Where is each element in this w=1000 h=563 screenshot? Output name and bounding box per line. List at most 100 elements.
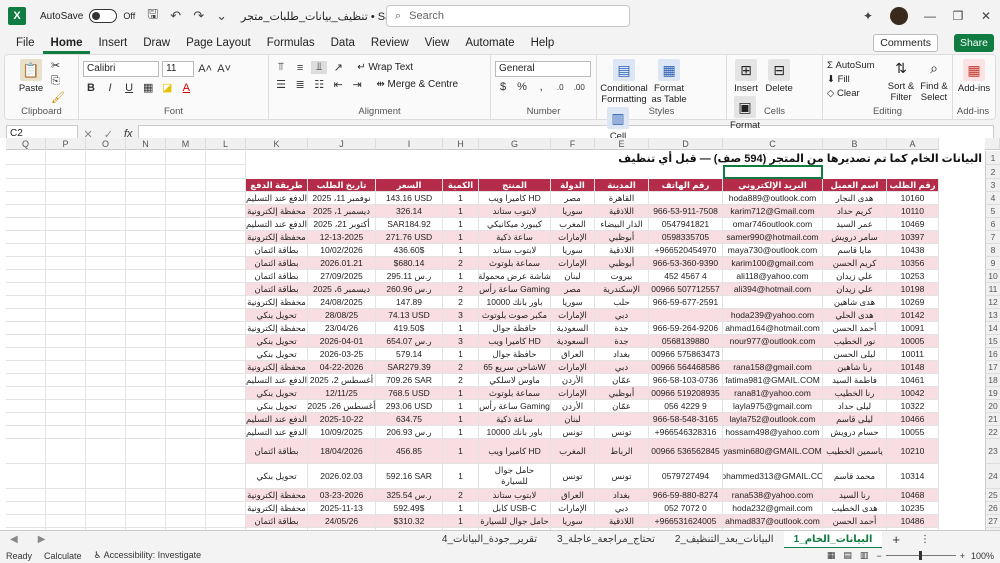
table-cell[interactable]: 1 bbox=[443, 192, 479, 205]
empty-cell[interactable] bbox=[86, 205, 126, 218]
table-cell[interactable]: 592.49$ bbox=[376, 502, 443, 515]
empty-cell[interactable] bbox=[166, 502, 206, 515]
empty-cell[interactable] bbox=[6, 309, 46, 322]
table-cell[interactable]: mohammed313@GMAIL.COM bbox=[723, 464, 823, 489]
empty-cell[interactable] bbox=[126, 257, 166, 270]
row-header[interactable]: 1 bbox=[985, 151, 1000, 165]
format-as-table-button[interactable]: ▦ Format as Table bbox=[650, 59, 688, 105]
empty-cell[interactable] bbox=[206, 283, 246, 296]
table-cell[interactable]: دبي bbox=[595, 361, 649, 374]
empty-cell[interactable] bbox=[46, 335, 86, 348]
table-cell[interactable]: محفظة إلكترونية bbox=[246, 205, 308, 218]
table-cell[interactable]: 10/02/2026 bbox=[308, 244, 376, 257]
table-cell[interactable]: القاهرة bbox=[595, 192, 649, 205]
empty-cell[interactable] bbox=[6, 192, 46, 205]
empty-cell[interactable] bbox=[46, 270, 86, 283]
table-cell[interactable]: باور بانك 10000 bbox=[479, 426, 551, 439]
empty-cell[interactable] bbox=[46, 464, 86, 489]
row-header[interactable]: 10 bbox=[985, 270, 1000, 283]
table-cell[interactable] bbox=[649, 309, 723, 322]
table-cell[interactable]: ليلى قاسم bbox=[823, 413, 887, 426]
table-cell[interactable]: الدار البيضاء bbox=[595, 218, 649, 231]
row-header[interactable]: 17 bbox=[985, 361, 1000, 374]
empty-cell[interactable] bbox=[126, 218, 166, 231]
table-cell[interactable]: سامر درويش bbox=[823, 231, 887, 244]
empty-cell[interactable] bbox=[166, 205, 206, 218]
table-cell[interactable]: تونس bbox=[595, 464, 649, 489]
table-cell[interactable]: 10005 bbox=[887, 335, 939, 348]
row-header[interactable]: 25 bbox=[985, 489, 1000, 502]
table-cell[interactable]: 709.26 SAR bbox=[376, 374, 443, 387]
empty-cell[interactable] bbox=[126, 439, 166, 464]
sheet-nav-next-icon[interactable]: ▶ bbox=[28, 531, 56, 549]
table-cell[interactable]: الإمارات bbox=[551, 257, 595, 270]
fill-color-icon[interactable]: ◪ bbox=[159, 81, 175, 94]
table-cell[interactable]: 10011 bbox=[887, 348, 939, 361]
empty-cell[interactable] bbox=[6, 283, 46, 296]
table-header-cell[interactable]: رقم الهاتف bbox=[649, 179, 723, 192]
table-cell[interactable]: ليلى الحسن bbox=[823, 348, 887, 361]
empty-cell[interactable] bbox=[206, 413, 246, 426]
empty-cell[interactable] bbox=[86, 387, 126, 400]
zoom-in-icon[interactable]: + bbox=[960, 551, 965, 561]
empty-cell[interactable] bbox=[126, 205, 166, 218]
empty-cell[interactable] bbox=[86, 165, 126, 179]
tab-page-layout[interactable]: Page Layout bbox=[178, 32, 259, 54]
delete-cells-button[interactable]: ⊟ Delete bbox=[764, 59, 794, 94]
table-cell[interactable]: hoda889@outlook.com bbox=[723, 192, 823, 205]
table-cell[interactable]: مصر bbox=[551, 192, 595, 205]
table-cell[interactable]: دبي bbox=[595, 502, 649, 515]
table-cell[interactable]: 295.11 ر.س bbox=[376, 270, 443, 283]
table-cell[interactable]: عمّان bbox=[595, 374, 649, 387]
table-cell[interactable]: بطاقة ائتمان bbox=[246, 439, 308, 464]
table-cell[interactable]: بطاقة ائتمان bbox=[246, 283, 308, 296]
table-cell[interactable]: حامل جوال للسيارة bbox=[479, 515, 551, 528]
empty-cell[interactable] bbox=[166, 270, 206, 283]
table-cell[interactable]: omar746outlook.com bbox=[723, 218, 823, 231]
table-cell[interactable]: 452 4567 4 bbox=[649, 270, 723, 283]
empty-cell[interactable] bbox=[166, 322, 206, 335]
table-cell[interactable]: maya730@outlook.com bbox=[723, 244, 823, 257]
empty-cell[interactable] bbox=[206, 439, 246, 464]
table-cell[interactable]: SAR279.39 bbox=[376, 361, 443, 374]
row-header[interactable]: 23 bbox=[985, 439, 1000, 464]
empty-cell[interactable] bbox=[46, 439, 86, 464]
page-break-view-icon[interactable]: ▥ bbox=[860, 550, 869, 561]
table-cell[interactable]: 18/04/2026 bbox=[308, 439, 376, 464]
table-cell[interactable]: بيروت bbox=[595, 270, 649, 283]
table-cell[interactable]: nour977@outlook.com bbox=[723, 335, 823, 348]
table-cell[interactable]: 12/11/25 bbox=[308, 387, 376, 400]
empty-cell[interactable] bbox=[166, 296, 206, 309]
row-header[interactable]: 7 bbox=[985, 231, 1000, 244]
table-cell[interactable]: لبنان bbox=[551, 270, 595, 283]
empty-cell[interactable] bbox=[166, 361, 206, 374]
empty-cell[interactable] bbox=[126, 361, 166, 374]
table-cell[interactable]: +966520454970 bbox=[649, 244, 723, 257]
table-cell[interactable]: 74.13 USD bbox=[376, 309, 443, 322]
table-cell[interactable]: 966-59-677-2591 bbox=[649, 296, 723, 309]
table-cell[interactable]: 27/09/2025 bbox=[308, 270, 376, 283]
table-cell[interactable]: 1 bbox=[443, 413, 479, 426]
table-cell[interactable]: اللاذقية bbox=[595, 244, 649, 257]
empty-cell[interactable] bbox=[206, 270, 246, 283]
empty-cell[interactable] bbox=[126, 151, 166, 165]
table-cell[interactable]: كاميرا ويب HD bbox=[479, 335, 551, 348]
empty-cell[interactable] bbox=[86, 231, 126, 244]
table-cell[interactable]: 28/08/25 bbox=[308, 309, 376, 322]
table-cell[interactable]: 1 bbox=[443, 515, 479, 528]
table-cell[interactable]: السعودية bbox=[551, 322, 595, 335]
copy-icon[interactable]: ⎘ bbox=[51, 75, 60, 88]
table-cell[interactable]: رنا الخطيب bbox=[823, 387, 887, 400]
empty-cell[interactable] bbox=[206, 165, 246, 179]
table-cell[interactable]: 10160 bbox=[887, 192, 939, 205]
table-cell[interactable]: الدفع عند التسليم bbox=[246, 374, 308, 387]
align-top-icon[interactable]: ⫪ bbox=[273, 61, 289, 74]
table-cell[interactable]: 634.75 bbox=[376, 413, 443, 426]
empty-cell[interactable] bbox=[46, 413, 86, 426]
empty-cell[interactable] bbox=[206, 348, 246, 361]
empty-cell[interactable] bbox=[6, 244, 46, 257]
table-cell[interactable]: بطاقة ائتمان bbox=[246, 244, 308, 257]
empty-cell[interactable] bbox=[6, 296, 46, 309]
table-cell[interactable]: السعودية bbox=[551, 335, 595, 348]
column-header-d[interactable]: D bbox=[649, 138, 723, 150]
